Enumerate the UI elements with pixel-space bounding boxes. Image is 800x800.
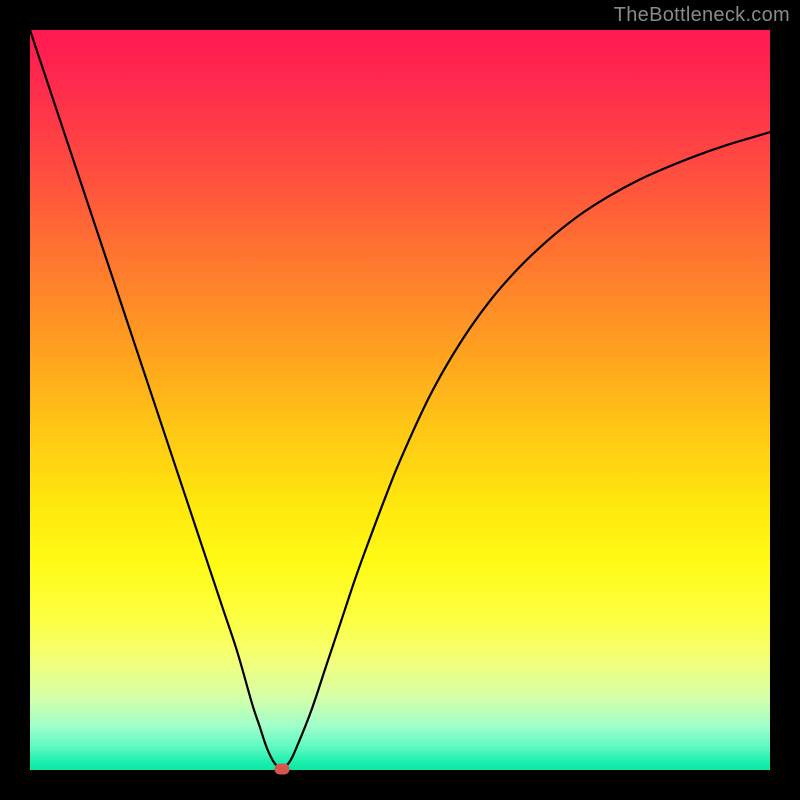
watermark-text: TheBottleneck.com (614, 4, 790, 27)
chart-gradient-background (30, 30, 770, 770)
chart-container: TheBottleneck.com (0, 0, 800, 800)
